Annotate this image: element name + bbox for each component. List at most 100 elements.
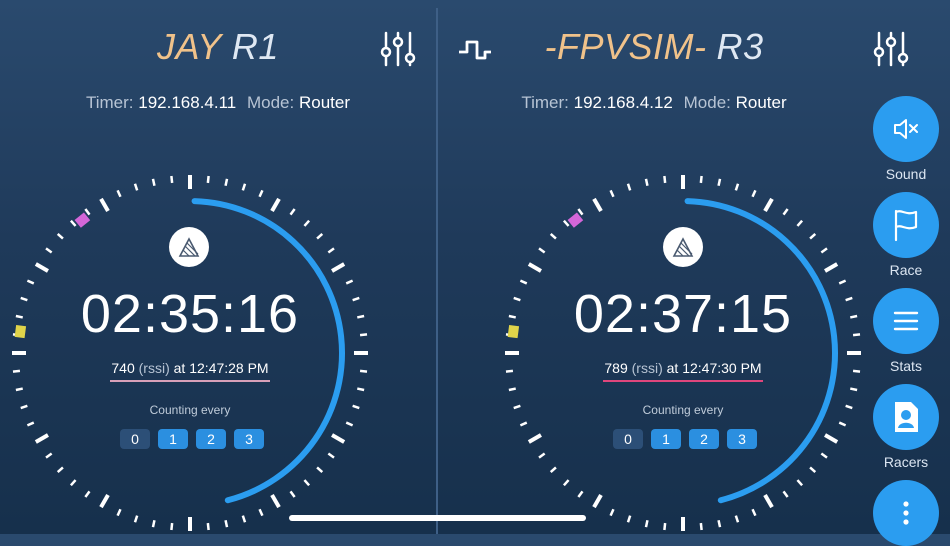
sound-button[interactable] bbox=[873, 96, 939, 162]
left-rssi-line bbox=[110, 380, 270, 382]
right-logo-button[interactable] bbox=[663, 227, 703, 267]
left-dial-tick bbox=[69, 219, 77, 227]
right-dial-tick bbox=[592, 494, 603, 509]
right-rssi-time: at 12:47:30 PM bbox=[666, 360, 762, 376]
right-dial-tick bbox=[763, 197, 774, 212]
left-dial-tick bbox=[327, 247, 335, 254]
right-dial-tick bbox=[609, 508, 615, 517]
stats-button[interactable] bbox=[873, 288, 939, 354]
left-dial-tick bbox=[56, 232, 64, 240]
speaker-mute-icon bbox=[894, 119, 918, 139]
right-rssi-value: 789 bbox=[604, 360, 628, 376]
left-dial-tick bbox=[258, 508, 264, 517]
right-rssi-unit: (rssi) bbox=[631, 360, 663, 376]
right-dial-tick bbox=[796, 219, 804, 227]
right-dial-tick bbox=[734, 515, 740, 523]
left-lap-dial bbox=[12, 175, 368, 531]
left-dial-tick bbox=[34, 262, 49, 273]
left-dial-tick bbox=[331, 433, 346, 444]
left-rssi-value: 740 bbox=[111, 360, 135, 376]
left-count-chip-2[interactable]: 2 bbox=[196, 429, 226, 449]
left-logo-button[interactable] bbox=[169, 227, 209, 267]
right-dial-tick bbox=[820, 247, 828, 254]
settings-sliders-icon bbox=[380, 31, 416, 67]
right-dial-tick bbox=[820, 452, 828, 459]
left-dial-tick bbox=[270, 494, 281, 509]
right-dial-tick bbox=[538, 452, 546, 459]
left-dial-tick bbox=[56, 466, 64, 474]
right-dial-tick bbox=[824, 433, 839, 444]
left-dial-tick bbox=[357, 387, 365, 392]
right-dial-tick bbox=[751, 189, 757, 198]
left-count-chip-0[interactable]: 0 bbox=[120, 429, 150, 449]
left-dial-tick bbox=[15, 314, 23, 319]
left-dial-tick bbox=[359, 333, 368, 337]
left-dial-tick bbox=[241, 183, 247, 191]
menu-lines-icon bbox=[893, 311, 919, 331]
left-dial-tick bbox=[20, 296, 28, 302]
racers-button[interactable] bbox=[873, 384, 939, 450]
left-dial-tick bbox=[151, 178, 156, 186]
right-dial-tick bbox=[519, 279, 528, 285]
left-timer-label: Timer: bbox=[85, 93, 134, 112]
right-count-chip-2[interactable]: 2 bbox=[689, 429, 719, 449]
right-dial-tick bbox=[699, 175, 703, 184]
right-round: R3 bbox=[716, 26, 764, 67]
right-dial-tick bbox=[717, 178, 722, 186]
home-indicator bbox=[289, 515, 586, 521]
right-dial-tick bbox=[809, 466, 817, 474]
right-dial-tick bbox=[577, 208, 584, 216]
right-dial-tick bbox=[838, 279, 847, 285]
left-dial-tick bbox=[359, 369, 368, 373]
right-dial-tick bbox=[527, 262, 542, 273]
right-lap-dial bbox=[505, 175, 861, 531]
left-pilot-title: JAY R1 bbox=[0, 26, 436, 68]
left-dial-tick bbox=[345, 421, 354, 427]
right-count-chip-3[interactable]: 3 bbox=[727, 429, 757, 449]
left-dial-tick bbox=[45, 452, 53, 459]
right-count-chip-1[interactable]: 1 bbox=[651, 429, 681, 449]
left-dial-tick bbox=[133, 183, 139, 191]
left-dial-tick bbox=[289, 490, 296, 498]
right-lap-marker-yellow bbox=[507, 324, 520, 339]
sound-label: Sound bbox=[885, 166, 927, 182]
right-pilot-title: -FPVSIM- R3 bbox=[438, 26, 870, 68]
right-count-chip-0[interactable]: 0 bbox=[613, 429, 643, 449]
left-rssi-readout: 740 (rssi) at 12:47:28 PM bbox=[90, 360, 290, 376]
left-dial-tick bbox=[316, 466, 324, 474]
left-count-selector: 0 1 2 3 bbox=[120, 429, 264, 449]
race-label: Race bbox=[889, 262, 923, 278]
right-dial-tick bbox=[577, 490, 584, 498]
right-dial-tick bbox=[519, 421, 528, 427]
left-dial-tick bbox=[303, 479, 311, 487]
more-button[interactable] bbox=[873, 480, 939, 546]
right-rssi-line bbox=[603, 380, 763, 382]
right-mode: Router bbox=[735, 93, 787, 112]
left-dial-tick bbox=[26, 279, 35, 285]
right-dial-tick bbox=[538, 247, 546, 254]
left-lap-marker-yellow bbox=[14, 324, 27, 339]
left-dial-tick bbox=[345, 279, 354, 285]
settings-sliders-icon bbox=[873, 31, 909, 67]
right-dial-tick bbox=[852, 333, 861, 337]
left-timer-ip: 192.168.4.11 bbox=[138, 93, 237, 112]
left-dial-tick bbox=[133, 515, 139, 523]
left-settings-button[interactable] bbox=[380, 30, 416, 68]
left-dial-tick bbox=[45, 247, 53, 254]
left-timer-panel: JAY R1 Timer: 192.168.4.11 Mode: Router 0… bbox=[0, 0, 436, 534]
left-pilot-name: JAY bbox=[157, 26, 222, 67]
right-dial-tick bbox=[508, 387, 516, 392]
right-dial-tick bbox=[838, 421, 847, 427]
right-dial-tick bbox=[782, 490, 789, 498]
left-mode: Router bbox=[298, 93, 350, 112]
right-dial-tick bbox=[505, 369, 514, 373]
laptimer-logo-icon bbox=[178, 237, 200, 257]
left-count-chip-1[interactable]: 1 bbox=[158, 429, 188, 449]
left-dial-tick bbox=[69, 479, 77, 487]
left-count-chip-3[interactable]: 3 bbox=[234, 429, 264, 449]
right-settings-button[interactable] bbox=[873, 30, 909, 68]
right-dial-tick bbox=[549, 466, 557, 474]
left-dial-tick bbox=[206, 175, 210, 184]
left-dial-tick bbox=[357, 314, 365, 319]
race-button[interactable] bbox=[873, 192, 939, 258]
